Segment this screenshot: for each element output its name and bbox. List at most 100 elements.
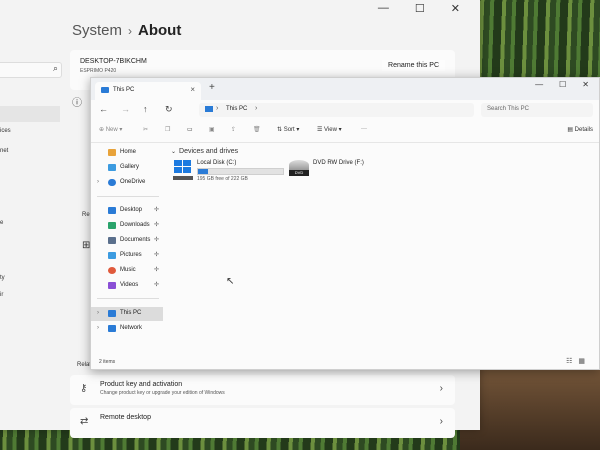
- maximize-button[interactable]: ☐: [415, 2, 425, 15]
- maximize-button[interactable]: ☐: [559, 80, 566, 89]
- chevron-right-icon: ›: [128, 24, 133, 38]
- close-button[interactable]: ✕: [582, 80, 589, 89]
- settings-search-input[interactable]: ⌕: [0, 62, 62, 78]
- sidebar-item-network[interactable]: › Network: [95, 322, 159, 336]
- chevron-right-icon: ›: [216, 105, 219, 112]
- refresh-button[interactable]: ↻: [165, 104, 173, 115]
- downloads-icon: [108, 222, 116, 229]
- forward-button[interactable]: →: [121, 104, 130, 114]
- new-button[interactable]: ⊕ New ▾: [99, 126, 122, 133]
- breadcrumb-system[interactable]: System: [72, 22, 122, 39]
- view-toggle-icons[interactable]: ☷▦: [566, 357, 591, 365]
- chevron-right-icon[interactable]: ›: [97, 310, 99, 316]
- music-icon: [108, 267, 116, 274]
- sidebar-item-pictures[interactable]: Pictures ✢: [95, 249, 159, 263]
- new-tab-button[interactable]: +: [209, 82, 215, 93]
- settings-nav-item[interactable]: ir: [0, 292, 3, 298]
- drive-usage-bar: [197, 168, 284, 175]
- drive-c[interactable]: Local Disk (C:) 195 GB free of 222 GB: [173, 160, 288, 186]
- drive-f[interactable]: DVD DVD RW Drive (F:): [289, 160, 379, 184]
- sidebar-item-documents[interactable]: Documents ✢: [95, 234, 159, 248]
- view-button[interactable]: ☰ View ▾: [317, 126, 342, 133]
- search-input[interactable]: Search This PC: [481, 103, 593, 117]
- details-button[interactable]: ▤ Details: [567, 126, 593, 133]
- delete-icon[interactable]: 🗑: [253, 126, 261, 133]
- remote-desktop-icon: ⇄: [80, 416, 89, 427]
- desktop-icon: [108, 207, 116, 214]
- product-key-card[interactable]: ⚷ Product key and activation Change prod…: [70, 375, 455, 405]
- chevron-right-icon[interactable]: ›: [97, 179, 99, 185]
- sort-button[interactable]: ⇅ Sort ▾: [277, 126, 299, 133]
- rename-icon[interactable]: ▣: [209, 126, 215, 133]
- mouse-cursor-icon: ↖: [226, 276, 235, 287]
- settings-nav-item[interactable]: ices: [0, 128, 11, 134]
- videos-icon: [108, 282, 116, 289]
- address-location[interactable]: This PC: [226, 106, 247, 112]
- tab-label: This PC: [113, 87, 135, 93]
- tab-this-pc[interactable]: This PC ×: [95, 82, 201, 100]
- nav-divider: [97, 298, 159, 299]
- address-input[interactable]: › This PC ›: [199, 103, 474, 117]
- explorer-window-controls: — ☐ ✕: [535, 80, 589, 89]
- sidebar-item-downloads[interactable]: Downloads ✢: [95, 219, 159, 233]
- status-bar: 2 items ☷▦: [91, 355, 599, 369]
- share-icon[interactable]: ⇪: [231, 126, 236, 133]
- sidebar-item-onedrive[interactable]: › OneDrive: [95, 176, 159, 190]
- device-name: DESKTOP-7BIKCHM: [80, 58, 147, 65]
- chevron-down-icon: ⌄: [171, 149, 177, 155]
- remote-desktop-card[interactable]: ⇄ Remote desktop ›: [70, 408, 455, 438]
- sidebar-item-this-pc[interactable]: › This PC: [91, 307, 163, 321]
- paste-icon[interactable]: ▭: [187, 126, 193, 133]
- more-options-button[interactable]: ···: [361, 126, 367, 132]
- section-label: Re: [82, 212, 90, 218]
- pin-icon: ✢: [153, 267, 159, 273]
- group-title: Devices and drives: [179, 148, 239, 155]
- title-bar: This PC × + — ☐ ✕: [91, 78, 599, 100]
- drive-name: Local Disk (C:): [197, 160, 237, 166]
- back-button[interactable]: ←: [99, 104, 108, 114]
- sidebar-item-gallery[interactable]: Gallery: [95, 161, 159, 175]
- address-bar-row: ← → ↑ ↻ › This PC › Search This PC: [91, 100, 599, 120]
- card-subtitle: Change product key or upgrade your editi…: [100, 390, 225, 396]
- pictures-icon: [108, 252, 116, 259]
- sidebar-item-desktop[interactable]: Desktop ✢: [95, 204, 159, 218]
- sidebar-item-music[interactable]: Music ✢: [95, 264, 159, 278]
- rename-pc-button[interactable]: Rename this PC: [382, 60, 445, 71]
- wallpaper-floor: [460, 360, 600, 450]
- this-pc-icon: [101, 87, 109, 93]
- onedrive-icon: [108, 179, 116, 186]
- search-icon: ⌕: [52, 63, 58, 73]
- gallery-icon: [108, 164, 116, 171]
- documents-icon: [108, 237, 116, 244]
- close-button[interactable]: ✕: [451, 2, 460, 15]
- card-title: Remote desktop: [100, 414, 151, 421]
- minimize-button[interactable]: —: [378, 2, 389, 15]
- sidebar-item-home[interactable]: Home: [95, 146, 159, 160]
- breadcrumb: System › About: [72, 22, 181, 39]
- minimize-button[interactable]: —: [535, 80, 543, 89]
- sidebar-item-videos[interactable]: Videos ✢: [95, 279, 159, 293]
- chevron-right-icon: ›: [255, 105, 258, 112]
- this-pc-icon: [108, 310, 116, 317]
- cut-icon[interactable]: ✂: [143, 126, 148, 133]
- drive-base: [173, 176, 193, 180]
- pin-icon: ✢: [153, 237, 159, 243]
- drive-free-space: 195 GB free of 222 GB: [197, 176, 248, 182]
- device-model: ESPRIMO P420: [80, 68, 117, 74]
- drive-usage-fill: [198, 169, 209, 174]
- dvd-disc-icon: [289, 160, 309, 170]
- settings-nav-item[interactable]: net: [0, 148, 8, 154]
- settings-nav-item[interactable]: ty: [0, 275, 5, 281]
- card-title: Product key and activation: [100, 381, 183, 388]
- page-title: About: [138, 22, 182, 39]
- devices-and-drives-group[interactable]: ⌄ Devices and drives: [171, 148, 238, 155]
- close-tab-icon[interactable]: ×: [190, 85, 195, 94]
- chevron-right-icon[interactable]: ›: [97, 325, 99, 331]
- copy-icon[interactable]: ❐: [165, 126, 170, 133]
- up-button[interactable]: ↑: [143, 104, 148, 114]
- network-icon: [108, 325, 116, 332]
- settings-nav-item[interactable]: e: [0, 220, 3, 226]
- settings-nav-selected[interactable]: [0, 106, 60, 122]
- nav-divider: [97, 196, 159, 197]
- dvd-badge: DVD: [289, 170, 309, 176]
